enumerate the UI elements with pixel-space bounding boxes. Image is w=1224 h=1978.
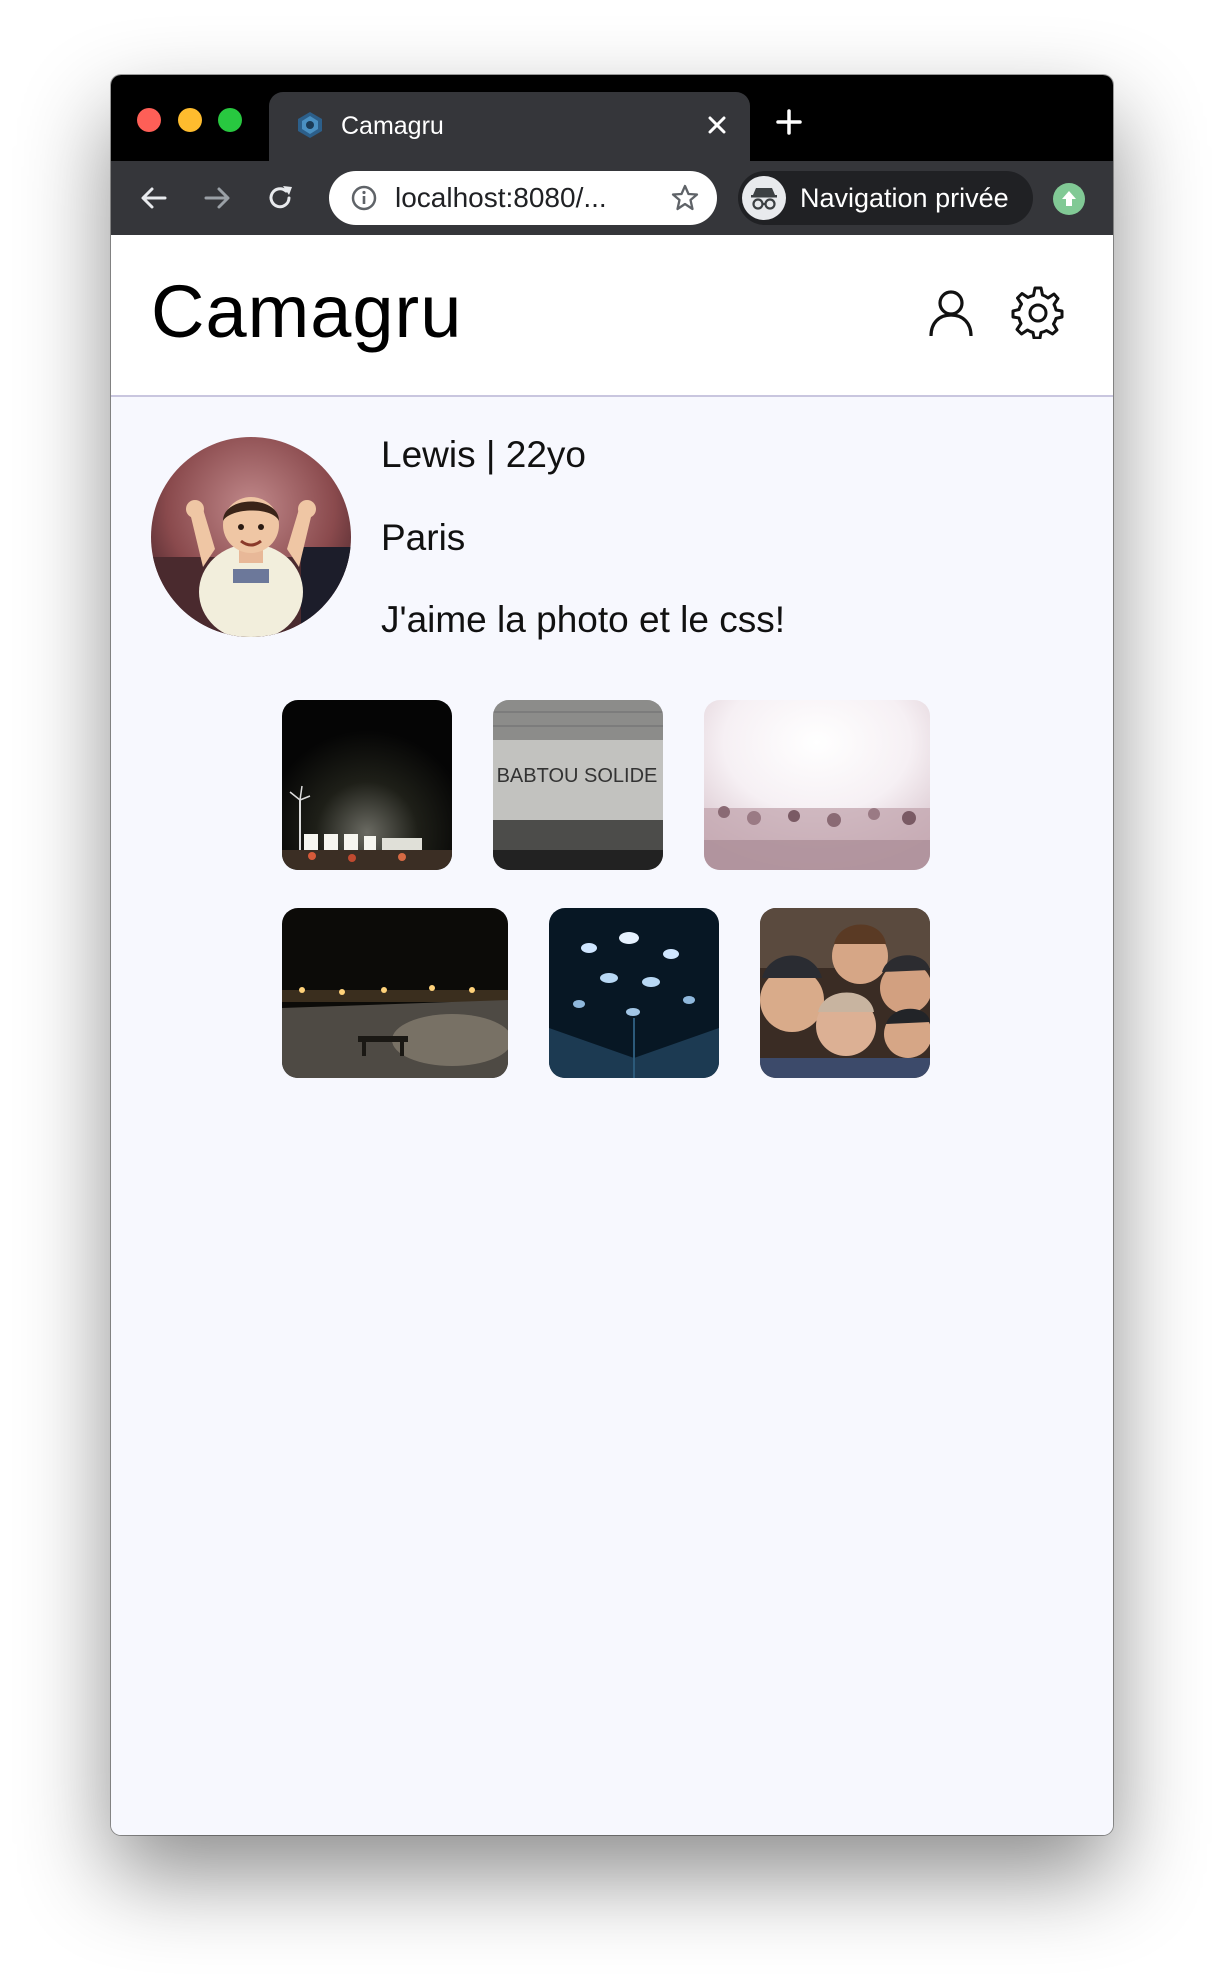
graffiti-text: BABTOU SOLIDE: [497, 765, 658, 787]
info-icon[interactable]: [350, 184, 378, 212]
address-bar[interactable]: localhost:8080/...: [329, 171, 717, 225]
profile-city: Paris: [381, 517, 466, 558]
gallery-photo-concert[interactable]: [704, 700, 930, 870]
settings-icon[interactable]: [1011, 285, 1065, 339]
browser-toolbar: localhost:8080/... Navigation privée: [111, 161, 1113, 235]
maximize-window-button[interactable]: [218, 108, 242, 132]
user-icon[interactable]: [924, 285, 978, 339]
gallery-photo-blue-lights[interactable]: [549, 908, 719, 1078]
tab-camagru[interactable]: Camagru: [269, 92, 750, 161]
gallery-photo-group-selfie[interactable]: [760, 908, 930, 1078]
bookmark-star-icon[interactable]: [670, 183, 700, 213]
tab-title: Camagru: [341, 112, 444, 140]
profile-bio: J'aime la photo et le css!: [381, 599, 785, 640]
profile-name-age: Lewis | 22yo: [381, 434, 586, 475]
gallery-photo-night-festival[interactable]: [282, 700, 452, 870]
screenshot-stage: Camagru localhost:8080/... Navigation pr…: [0, 0, 1224, 1978]
profile-avatar[interactable]: [151, 437, 351, 637]
incognito-label: Navigation privée: [800, 183, 1009, 213]
page-viewport: Camagru Lewis | 22yo Paris J'aime la pho…: [111, 235, 1113, 1835]
update-icon[interactable]: [1053, 183, 1085, 215]
tab-strip: Camagru: [111, 75, 1113, 161]
favicon-icon: [298, 112, 322, 138]
forward-arrow-icon[interactable]: [200, 181, 234, 215]
new-tab-icon[interactable]: [773, 106, 805, 138]
close-window-button[interactable]: [137, 108, 161, 132]
incognito-indicator[interactable]: Navigation privée: [738, 171, 1033, 225]
reload-icon[interactable]: [263, 181, 297, 215]
back-arrow-icon[interactable]: [137, 181, 171, 215]
browser-window: Camagru localhost:8080/... Navigation pr…: [111, 75, 1113, 1835]
minimize-window-button[interactable]: [178, 108, 202, 132]
close-tab-icon[interactable]: [702, 110, 732, 140]
gallery-photo-graffiti[interactable]: BABTOU SOLIDE: [493, 700, 663, 870]
url-text: localhost:8080/...: [395, 182, 607, 213]
incognito-icon: [742, 176, 786, 220]
gallery-photo-night-promenade[interactable]: [282, 908, 508, 1078]
site-header: Camagru: [111, 235, 1113, 397]
site-logo[interactable]: Camagru: [151, 269, 462, 355]
